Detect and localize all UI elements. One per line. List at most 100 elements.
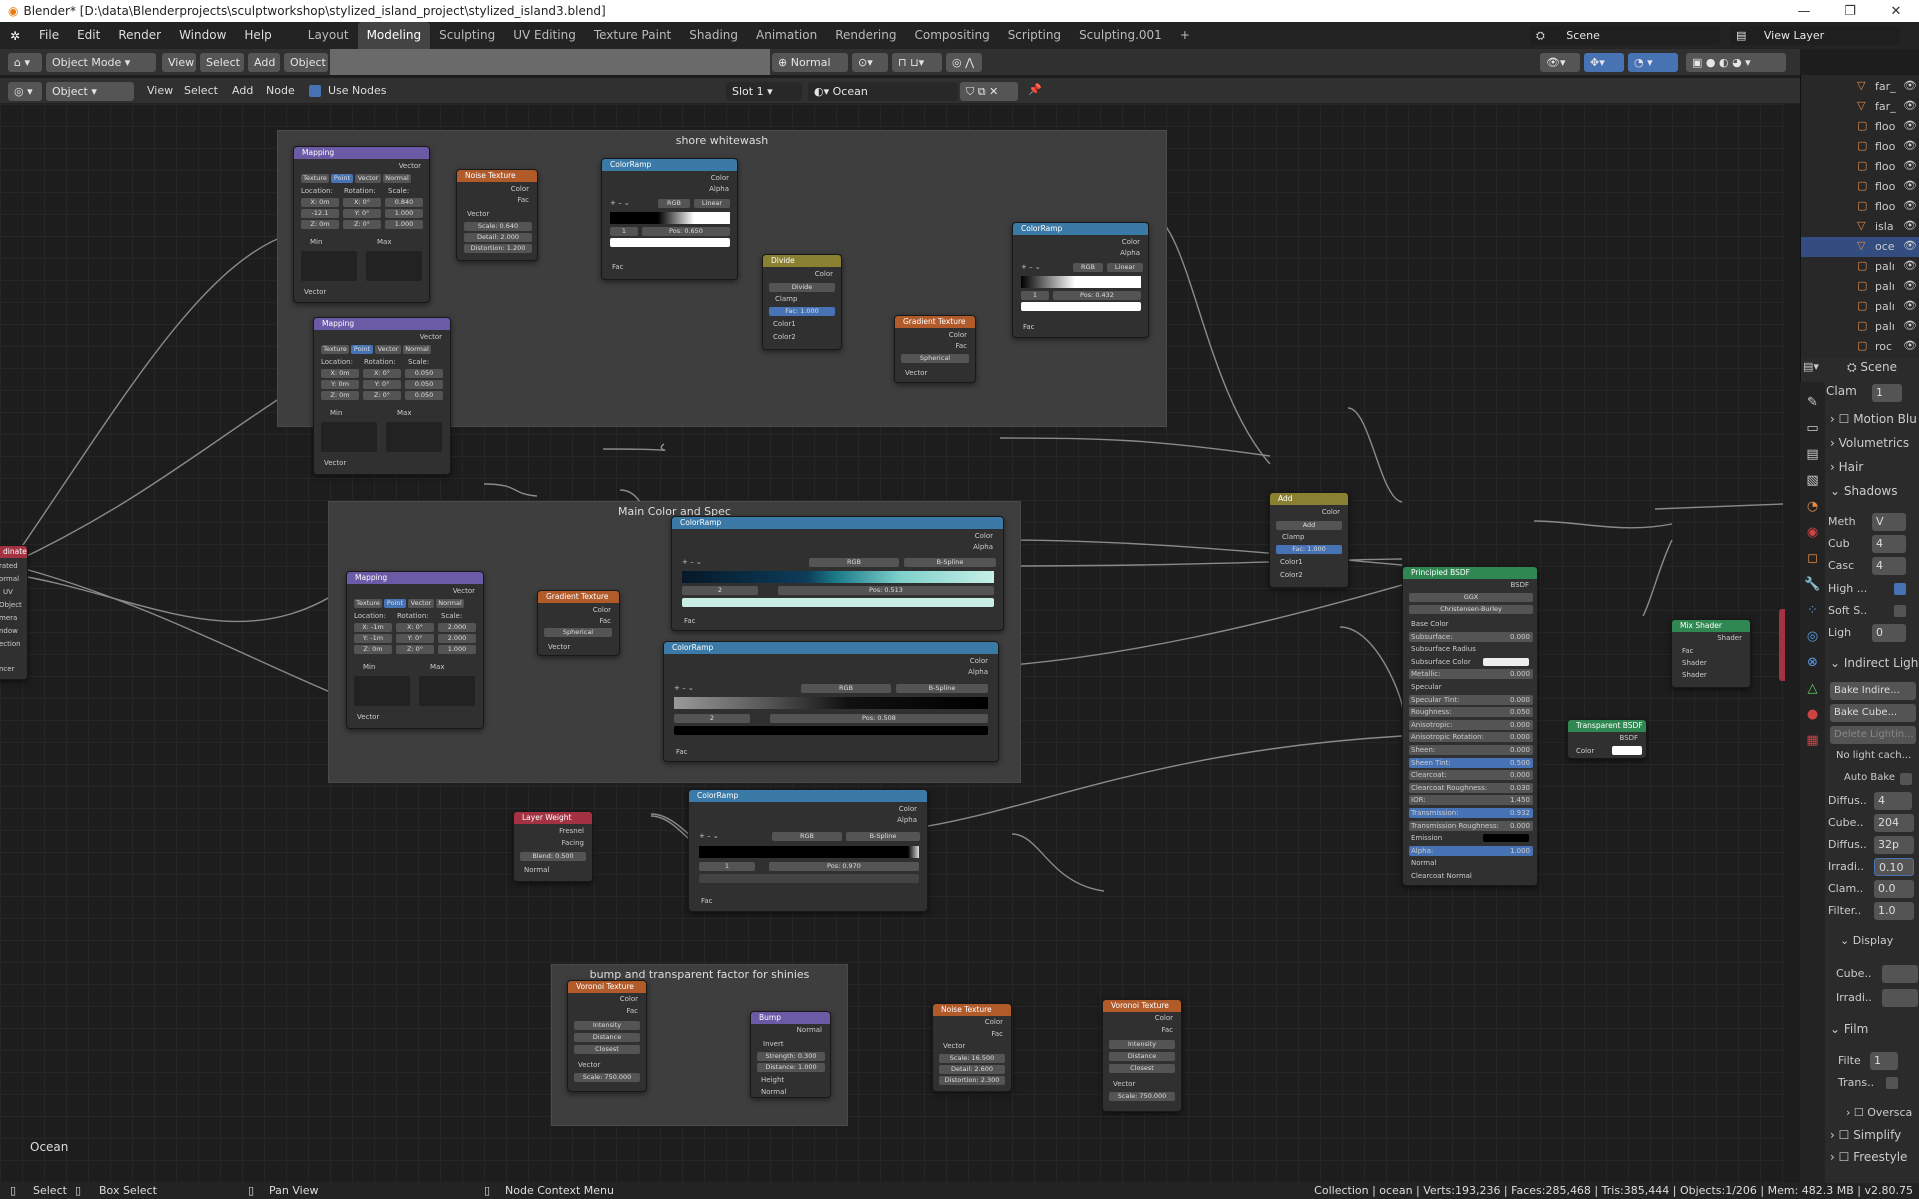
outliner-item[interactable]: ▢ floo 👁 — [1801, 117, 1919, 137]
ramp-interpolation-dropdown[interactable]: Linear — [694, 199, 730, 208]
scale-x-field[interactable]: 2.000 — [438, 623, 476, 632]
blender-menu-icon[interactable]: ✲ — [0, 29, 30, 43]
location-z-field[interactable]: Z: 0m — [321, 391, 359, 400]
rotation-y-field[interactable]: Y: 0° — [396, 634, 434, 643]
mapping-type-button[interactable]: Vector — [408, 599, 434, 608]
principled-input-row[interactable]: Anisotropic: 0.000 — [1409, 719, 1533, 730]
voronoi-distance-dropdown[interactable]: Distance — [1109, 1052, 1175, 1061]
ramp-color-mode-dropdown[interactable]: RGB — [1073, 263, 1103, 272]
rotation-y-field[interactable]: Y: 0° — [363, 380, 401, 389]
node-editor-type-button[interactable]: ◎ ▾ — [8, 82, 42, 101]
voronoi-scale-field[interactable]: Scale: 750.000 — [574, 1073, 640, 1082]
proportional-edit-toggle[interactable]: ◎ ⋀ — [946, 53, 982, 72]
delete-lighting-button[interactable]: Delete Lightin... — [1830, 726, 1916, 744]
noise-distortion-field[interactable]: Distortion: 2.300 — [939, 1076, 1005, 1085]
method-dropdown[interactable]: V — [1872, 513, 1906, 531]
mapping-type-button[interactable]: Texture — [354, 599, 382, 608]
tab-modeling[interactable]: Modeling — [357, 22, 431, 49]
rotation-x-field[interactable]: X: 0° — [343, 198, 381, 207]
scale-z-field[interactable]: 1.000 — [385, 220, 423, 229]
volumetrics-panel[interactable]: › Volumetrics — [1830, 436, 1909, 450]
freestyle-panel[interactable]: › ☐ Freestyle — [1830, 1150, 1907, 1164]
eye-icon[interactable]: 👁 — [1903, 319, 1917, 332]
object-mode-dropdown[interactable]: Object Mode ▾ — [46, 53, 156, 72]
location-z-field[interactable]: Z: 0m — [301, 220, 339, 229]
clamp-checkbox[interactable]: Clamp — [775, 295, 797, 303]
outliner-item[interactable]: ▢ palı 👁 — [1801, 297, 1919, 317]
ramp-add-remove-buttons[interactable]: + – ⌄ — [1021, 263, 1041, 271]
eye-icon[interactable]: 👁 — [1903, 159, 1917, 172]
ramp-color-mode-dropdown[interactable]: RGB — [658, 199, 690, 208]
scene-selector[interactable]: ⛭ Scene — [1530, 26, 1720, 45]
properties-editor-type[interactable]: ▤▾ — [1803, 360, 1819, 373]
use-nodes-checkbox[interactable] — [309, 85, 321, 97]
ramp-stop-color[interactable] — [699, 874, 919, 883]
menu-window[interactable]: Window — [170, 22, 235, 49]
eye-icon[interactable]: 👁 — [1903, 239, 1917, 252]
modifier-tab-icon[interactable]: 🔧 — [1800, 572, 1825, 598]
scale-x-field[interactable]: 0.050 — [405, 369, 443, 378]
principled-input-row[interactable]: Metallic: 0.000 — [1409, 669, 1533, 680]
max-fields[interactable] — [419, 676, 475, 706]
indirect-lighting-panel[interactable]: ⌄ Indirect Lightin — [1830, 656, 1919, 670]
constraints-tab-icon[interactable]: ⊗ — [1800, 650, 1825, 676]
clamp-glossy-field[interactable]: 0.0 — [1874, 880, 1914, 898]
menu-edit[interactable]: Edit — [68, 22, 109, 49]
noise-detail-field[interactable]: Detail: 2.600 — [939, 1065, 1005, 1074]
max-fields[interactable] — [386, 422, 442, 452]
blend-type-dropdown[interactable]: Divide — [769, 283, 835, 292]
ramp-stop-index[interactable]: 2 — [674, 714, 750, 723]
node-bump[interactable]: Bump Normal Invert Strength: 0.300 Dista… — [750, 1011, 831, 1098]
node-layer-weight[interactable]: Layer Weight Fresnel Facing Blend: 0.500… — [513, 811, 593, 882]
tab-sculpting-001[interactable]: Sculpting.001 — [1070, 22, 1171, 49]
subsurface-color-swatch[interactable] — [1483, 657, 1529, 666]
viewport-object-menu[interactable]: Object — [284, 53, 328, 72]
tab-shading[interactable]: Shading — [680, 22, 747, 49]
tab-scripting[interactable]: Scripting — [999, 22, 1070, 49]
voronoi-feature-dropdown[interactable]: Closest — [574, 1045, 640, 1054]
irradiance-smoothing-field[interactable]: 0.10 — [1874, 858, 1914, 876]
ramp-stop-color[interactable] — [682, 598, 994, 607]
material-output-edge[interactable] — [1779, 609, 1785, 681]
auto-bake-checkbox[interactable] — [1900, 773, 1912, 785]
material-selector[interactable]: ◐▾ Ocean — [808, 82, 958, 101]
max-checkbox[interactable]: Max — [377, 238, 391, 246]
outliner-item[interactable]: ▢ floo 👁 — [1801, 177, 1919, 197]
node-texture-coordinate[interactable]: dinate rated ormal UV Object mera ndow e… — [0, 545, 28, 680]
ramp-stop-index[interactable]: 2 — [682, 586, 758, 595]
data-tab-icon[interactable]: △ — [1800, 676, 1825, 702]
particles-tab-icon[interactable]: ⁘ — [1800, 598, 1825, 624]
color-ramp-gradient[interactable] — [699, 846, 919, 858]
ramp-add-remove-buttons[interactable]: + – ⌄ — [682, 558, 702, 566]
bake-indirect-button[interactable]: Bake Indire... — [1830, 682, 1916, 700]
emission-color-swatch[interactable] — [1483, 834, 1529, 843]
principled-input-row[interactable]: Transmission Roughness: 0.000 — [1409, 820, 1533, 831]
scale-y-field[interactable]: 2.000 — [438, 634, 476, 643]
node-colorramp-2[interactable]: ColorRamp Color Alpha + – ⌄ RGB Linear 1… — [1012, 222, 1149, 338]
viewport-select-menu[interactable]: Select — [200, 53, 244, 72]
eye-icon[interactable]: 👁 — [1903, 99, 1917, 112]
diffuse-size-dropdown[interactable]: 32p — [1874, 836, 1914, 854]
node-select-menu[interactable]: Select — [184, 84, 218, 97]
principled-input-row[interactable]: Clearcoat: 0.000 — [1409, 770, 1533, 781]
node-colorramp-5[interactable]: ColorRamp Color Alpha + – ⌄ RGB B-Spline… — [688, 789, 928, 912]
scene-tab-icon[interactable]: ◔ — [1800, 494, 1825, 520]
node-view-menu[interactable]: View — [147, 84, 173, 97]
display-panel[interactable]: ⌄ Display — [1840, 934, 1893, 947]
display-cubemap-field[interactable] — [1882, 965, 1918, 983]
hair-panel[interactable]: › Hair — [1830, 460, 1863, 474]
high-bitdepth-checkbox[interactable] — [1894, 583, 1906, 595]
menu-help[interactable]: Help — [235, 22, 280, 49]
principled-input-row[interactable]: Roughness: 0.050 — [1409, 707, 1533, 718]
node-transparent-bsdf[interactable]: Transparent BSDF BSDF Color — [1567, 719, 1647, 759]
node-mapping-1[interactable]: Mapping Vector Texture Point Vector Norm… — [293, 146, 430, 303]
location-z-field[interactable]: Z: 0m — [354, 645, 392, 654]
noise-detail-field[interactable]: Detail: 2.000 — [464, 233, 532, 242]
ramp-position-field[interactable]: Pos: 0.432 — [1053, 291, 1141, 300]
scale-y-field[interactable]: 0.050 — [405, 380, 443, 389]
mapping-type-button[interactable]: Texture — [301, 174, 329, 183]
mapping-type-button[interactable]: Normal — [403, 345, 431, 354]
close-button[interactable]: ✕ — [1873, 0, 1919, 22]
material-tab-icon[interactable]: ● — [1800, 702, 1825, 728]
transparent-color-swatch[interactable] — [1612, 746, 1642, 755]
